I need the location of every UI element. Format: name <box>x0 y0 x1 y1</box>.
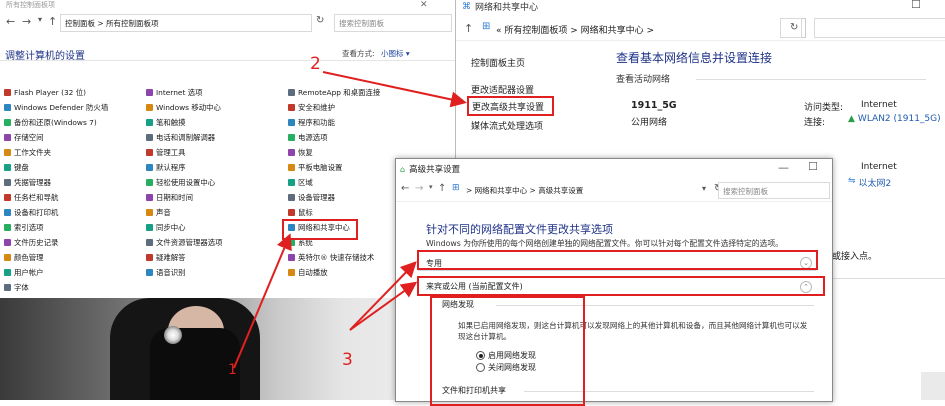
arrow-step1 <box>233 233 292 369</box>
step3-label: 3 <box>342 350 353 370</box>
step1-label: 1 <box>228 362 237 378</box>
arrow-step2 <box>322 71 467 108</box>
step2-label: 2 <box>310 54 321 74</box>
arrow-step3-b <box>349 281 418 331</box>
annotation-arrows <box>233 71 467 369</box>
arrow-step3-a <box>349 261 417 331</box>
